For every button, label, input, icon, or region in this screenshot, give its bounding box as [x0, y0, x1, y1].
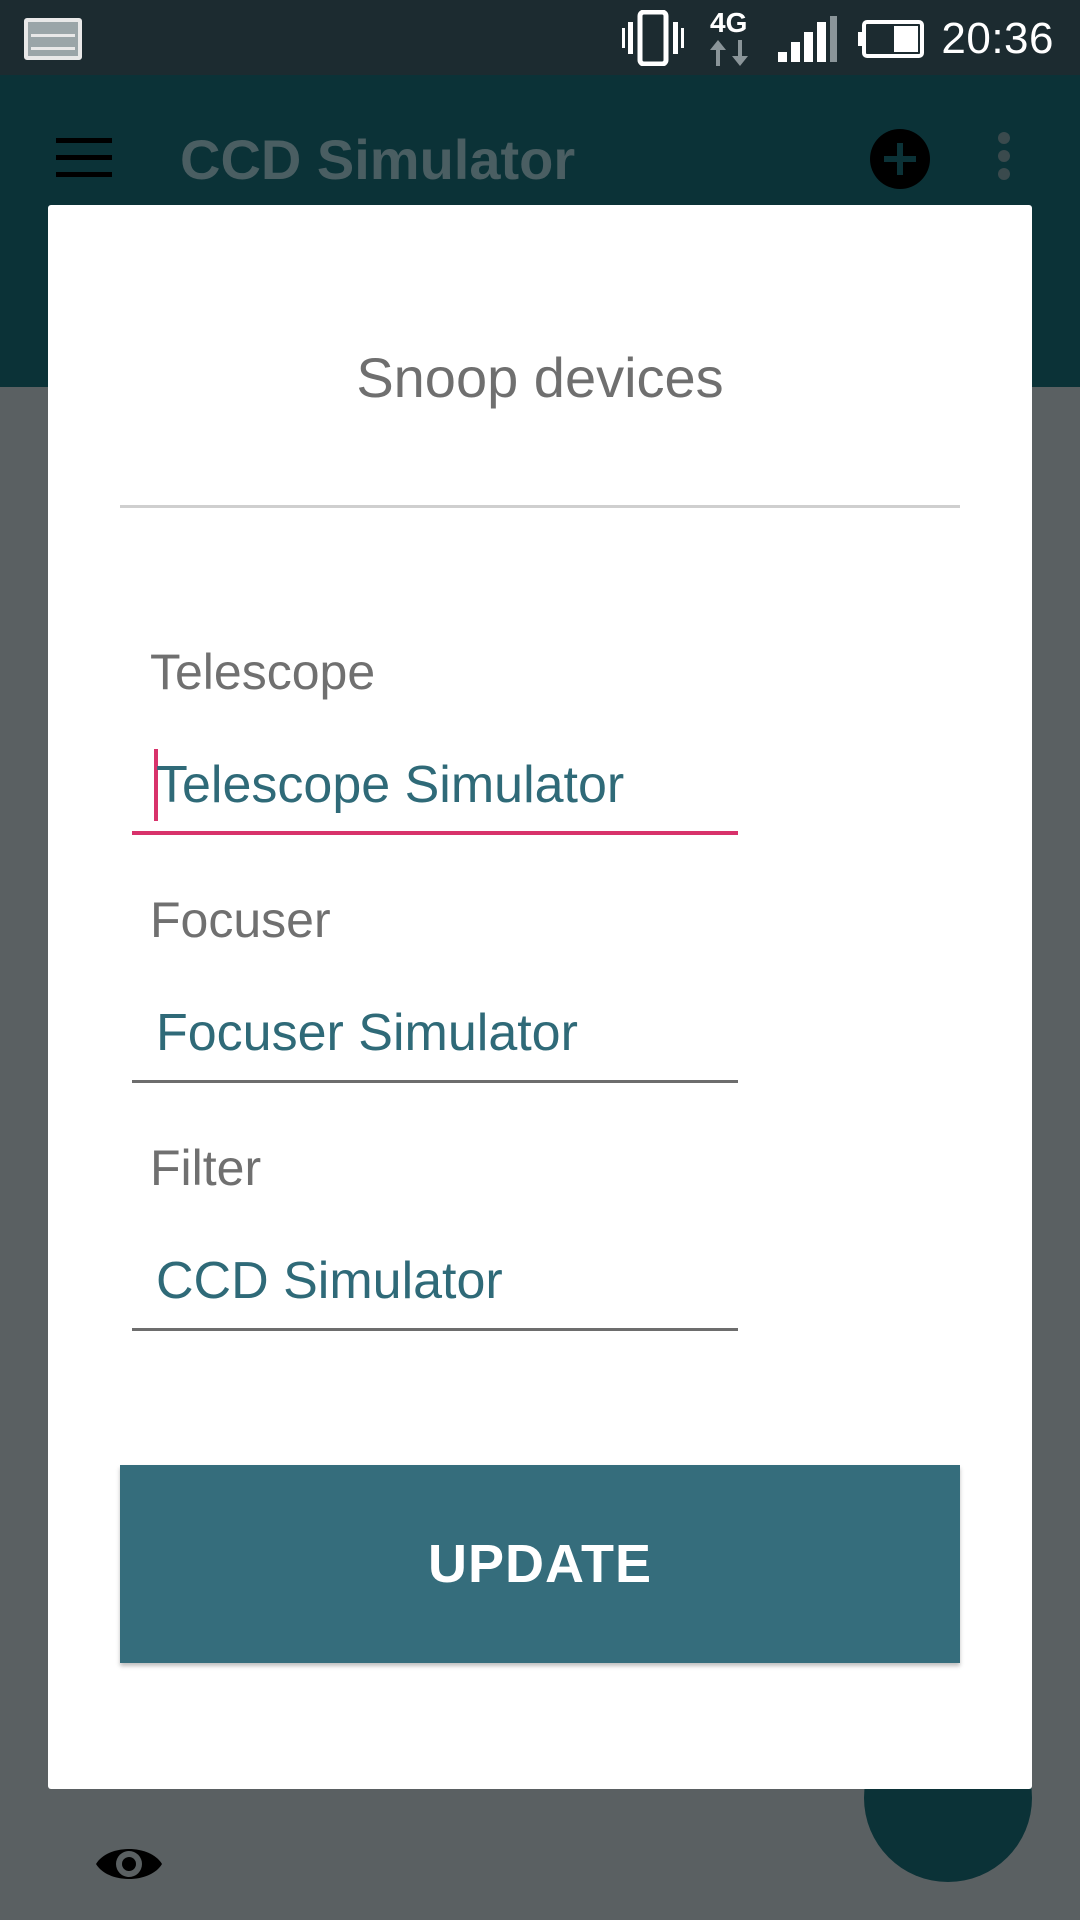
focuser-value: Focuser Simulator	[156, 1004, 578, 1062]
status-bar: 4G 20:36	[0, 0, 1080, 75]
add-circle-icon[interactable]	[868, 127, 932, 191]
focuser-input[interactable]: Focuser Simulator	[132, 993, 738, 1083]
svg-text:4G: 4G	[710, 7, 747, 38]
battery-icon	[858, 20, 924, 58]
menu-icon[interactable]	[56, 138, 112, 178]
filter-value: CCD Simulator	[156, 1252, 503, 1310]
screenshot-thumbnail-icon	[24, 18, 82, 60]
dialog-title: Snoop devices	[356, 346, 724, 409]
signal-icon	[778, 16, 837, 62]
app-title: CCD Simulator	[180, 128, 576, 191]
filter-input[interactable]: CCD Simulator	[132, 1241, 738, 1331]
more-vert-icon[interactable]	[996, 131, 1012, 181]
focuser-label: Focuser	[150, 892, 331, 948]
filter-label: Filter	[150, 1140, 262, 1196]
vibrate-icon	[622, 10, 684, 66]
telescope-input[interactable]: Telescope Simulator	[132, 745, 738, 835]
clock: 20:36	[941, 14, 1054, 63]
telescope-value: Telescope Simulator	[156, 756, 625, 814]
update-button[interactable]: UPDATE	[120, 1465, 960, 1663]
dialog-divider	[120, 505, 960, 508]
telescope-label: Telescope	[150, 644, 376, 700]
network-4g-icon: 4G	[710, 7, 748, 66]
eye-icon[interactable]	[94, 1840, 164, 1888]
snoop-devices-dialog: Snoop devices Telescope Telescope Simula…	[48, 205, 1032, 1789]
